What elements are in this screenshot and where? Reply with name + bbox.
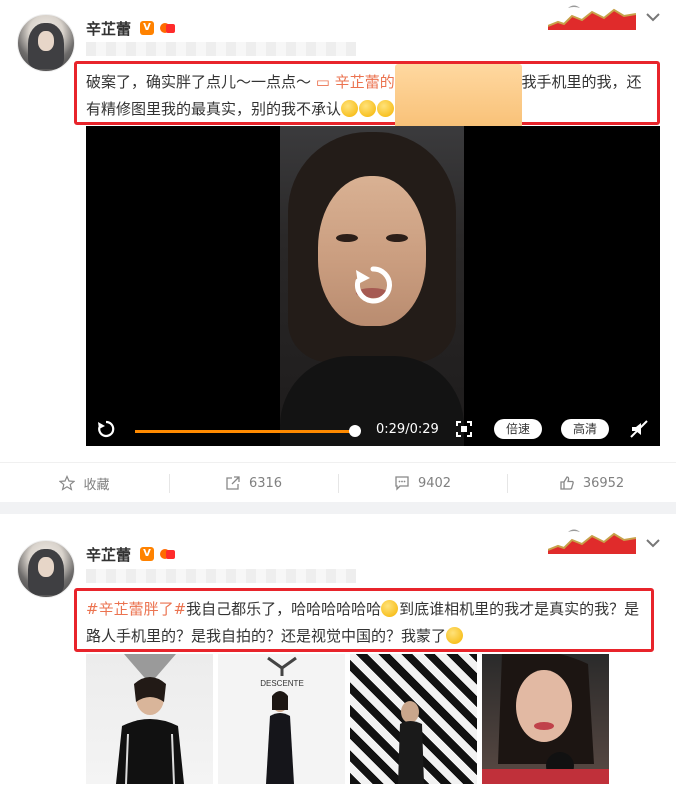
chevron-down-icon[interactable] (644, 534, 662, 552)
weibo-post-2: 辛芷蕾 V #辛芷蕾胖了#我自己都乐了，哈哈哈哈哈哈 到底谁相机里的我才是真实的我… (0, 514, 676, 784)
comment-button[interactable]: 9402 (338, 463, 507, 503)
star-icon (59, 475, 76, 491)
emoji-icon (359, 100, 377, 117)
comment-count: 9402 (417, 475, 452, 491)
laugh-cry-emoji-icon (381, 600, 399, 617)
emoji-icon (341, 100, 359, 117)
comment-icon (395, 476, 409, 491)
favorite-button[interactable]: 收藏 (0, 463, 169, 503)
share-icon (226, 476, 240, 490)
username[interactable]: 辛芷蕾 (86, 544, 131, 565)
great-wall-decoration-icon (548, 5, 636, 30)
emoji-icon (377, 100, 395, 117)
post-separator (0, 502, 676, 514)
video-controls: 0:29/0:29 倍速 高清 (86, 412, 660, 446)
post-text-part: 破案了，确实胖了点儿～一点点～ (86, 73, 316, 91)
fan-badge-icon[interactable] (160, 546, 176, 561)
avatar[interactable] (17, 14, 75, 72)
like-count: 36952 (582, 475, 625, 491)
video-time: 0:29/0:29 (376, 422, 439, 437)
speed-button[interactable]: 倍速 (494, 419, 542, 439)
fullscreen-icon[interactable] (455, 420, 473, 438)
chevron-down-icon[interactable] (644, 8, 662, 26)
hashtag-link[interactable]: #辛芷蕾胖了# (86, 600, 186, 618)
replay-icon[interactable] (348, 260, 398, 310)
progress-bar[interactable] (135, 430, 355, 433)
post-meta-blurred (86, 569, 356, 583)
avatar[interactable] (17, 540, 75, 598)
photo-thumbnail[interactable] (350, 654, 477, 784)
mute-icon[interactable] (630, 420, 648, 438)
photo-thumbnail[interactable] (482, 654, 609, 784)
user-link[interactable]: 辛芷蕾的 (335, 73, 395, 91)
post-text-part: 我自己都乐了，哈哈哈哈哈哈 (186, 600, 382, 618)
great-wall-decoration-icon (548, 529, 636, 554)
action-bar: 收藏 6316 9402 36952 (0, 462, 676, 503)
thumbs-up-icon (560, 476, 574, 490)
favorite-label: 收藏 (83, 477, 110, 493)
video-link-icon[interactable]: ▭ (316, 73, 335, 91)
verified-badge-icon: V (140, 21, 154, 35)
weibo-post-1: 辛芷蕾 V 破案了，确实胖了点儿～一点点～ ▭ 辛芷蕾的 但我认为我手机里的我，… (0, 0, 676, 502)
like-button[interactable]: 36952 (507, 463, 676, 503)
post-meta-blurred (86, 42, 356, 56)
username[interactable]: 辛芷蕾 (86, 18, 131, 39)
descente-logo: DESCENTE (260, 679, 304, 688)
share-count: 6316 (248, 475, 283, 491)
share-button[interactable]: 6316 (169, 463, 338, 503)
photo-thumbnail[interactable] (86, 654, 213, 784)
replay-small-icon[interactable] (96, 419, 116, 439)
verified-badge-icon: V (140, 547, 154, 561)
quality-button[interactable]: 高清 (561, 419, 609, 439)
laugh-cry-emoji-icon (446, 627, 464, 644)
video-player[interactable]: 0:29/0:29 倍速 高清 (86, 126, 660, 446)
progress-handle[interactable] (349, 425, 361, 437)
post-text-highlighted: #辛芷蕾胖了#我自己都乐了，哈哈哈哈哈哈 到底谁相机里的我才是真实的我？是路人手机… (74, 588, 654, 652)
post-text-highlighted: 破案了，确实胖了点儿～一点点～ ▭ 辛芷蕾的 但我认为我手机里的我，还有精修图里… (74, 61, 660, 194)
photo-thumbnail[interactable]: DESCENTE (218, 654, 345, 784)
fan-badge-icon[interactable] (160, 20, 176, 35)
